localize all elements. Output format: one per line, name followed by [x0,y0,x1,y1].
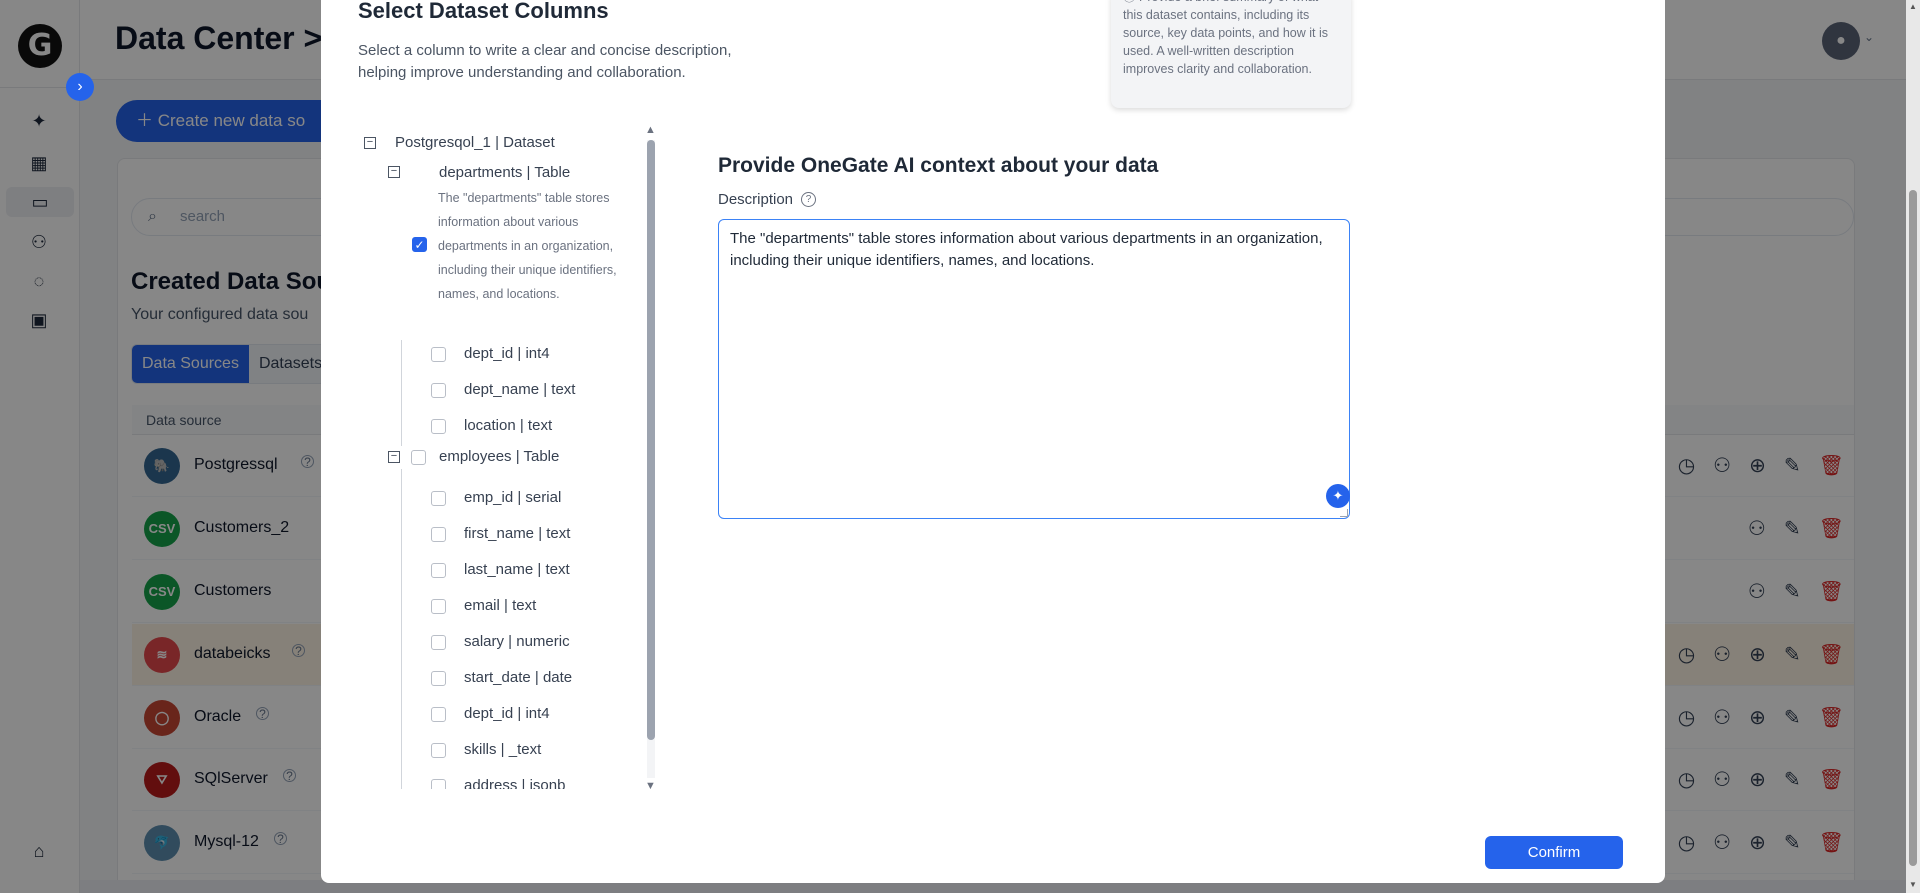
column-checkbox[interactable] [431,419,446,434]
tree-guide-line [401,469,402,789]
column-label[interactable]: dept_id | int4 [464,705,550,722]
column-checkbox[interactable] [431,383,446,398]
column-label[interactable]: emp_id | serial [464,489,561,506]
column-label[interactable]: location | text [464,417,552,434]
column-checkbox[interactable] [431,491,446,506]
tree-table-departments[interactable]: departments | Table [439,164,570,181]
column-tree: − Postgresqol_1 | Dataset − departments … [358,134,648,789]
info-icon: ⓘ [1123,0,1139,4]
tree-guide-line [401,340,402,446]
column-checkbox[interactable] [431,707,446,722]
description-tooltip: ⓘ Provide a brief summary of what this d… [1111,0,1351,108]
collapse-icon[interactable]: − [388,166,400,178]
collapse-icon[interactable]: − [364,137,376,149]
tree-table-employees[interactable]: employees | Table [439,448,559,465]
column-checkbox[interactable] [431,743,446,758]
column-label[interactable]: salary | numeric [464,633,570,650]
tree-root-label: Postgresqol_1 | Dataset [395,134,555,151]
column-checkbox[interactable] [431,599,446,614]
column-checkbox[interactable] [431,635,446,650]
column-checkbox[interactable] [431,779,446,789]
ai-generate-button[interactable]: ✦ [1326,484,1350,508]
page-scrollbar[interactable]: ▲ ▼ [1906,0,1920,893]
resize-handle-icon[interactable] [1340,509,1348,517]
checkbox-employees[interactable] [411,450,426,465]
column-label[interactable]: start_date | date [464,669,572,686]
collapse-icon[interactable]: − [388,451,400,463]
column-checkbox[interactable] [431,671,446,686]
column-label[interactable]: first_name | text [464,525,570,542]
select-dataset-columns-modal: Select Dataset Columns Select a column t… [321,0,1665,883]
expand-rail-button[interactable]: › [66,73,94,101]
help-icon[interactable]: ? [801,192,816,207]
confirm-button[interactable]: Confirm [1485,836,1623,869]
tree-scrollbar[interactable]: ▲ ▼ [642,124,659,794]
modal-description: Select a column to write a clear and con… [358,42,732,81]
description-textarea[interactable]: The "departments" table stores informati… [718,219,1350,519]
checkbox-departments[interactable]: ✓ [412,237,427,252]
table-description-departments: The "departments" table stores informati… [438,191,617,301]
modal-title: Select Dataset Columns [358,0,609,23]
description-label: Description [718,191,794,208]
column-label[interactable]: skills | _text [464,741,541,758]
column-checkbox[interactable] [431,527,446,542]
column-label[interactable]: address | jsonb [464,777,565,789]
column-label[interactable]: last_name | text [464,561,570,578]
column-label[interactable]: dept_name | text [464,381,575,398]
column-checkbox[interactable] [431,563,446,578]
column-checkbox[interactable] [431,347,446,362]
context-title: Provide OneGate AI context about your da… [718,154,1159,177]
column-label[interactable]: email | text [464,597,536,614]
column-label[interactable]: dept_id | int4 [464,345,550,362]
